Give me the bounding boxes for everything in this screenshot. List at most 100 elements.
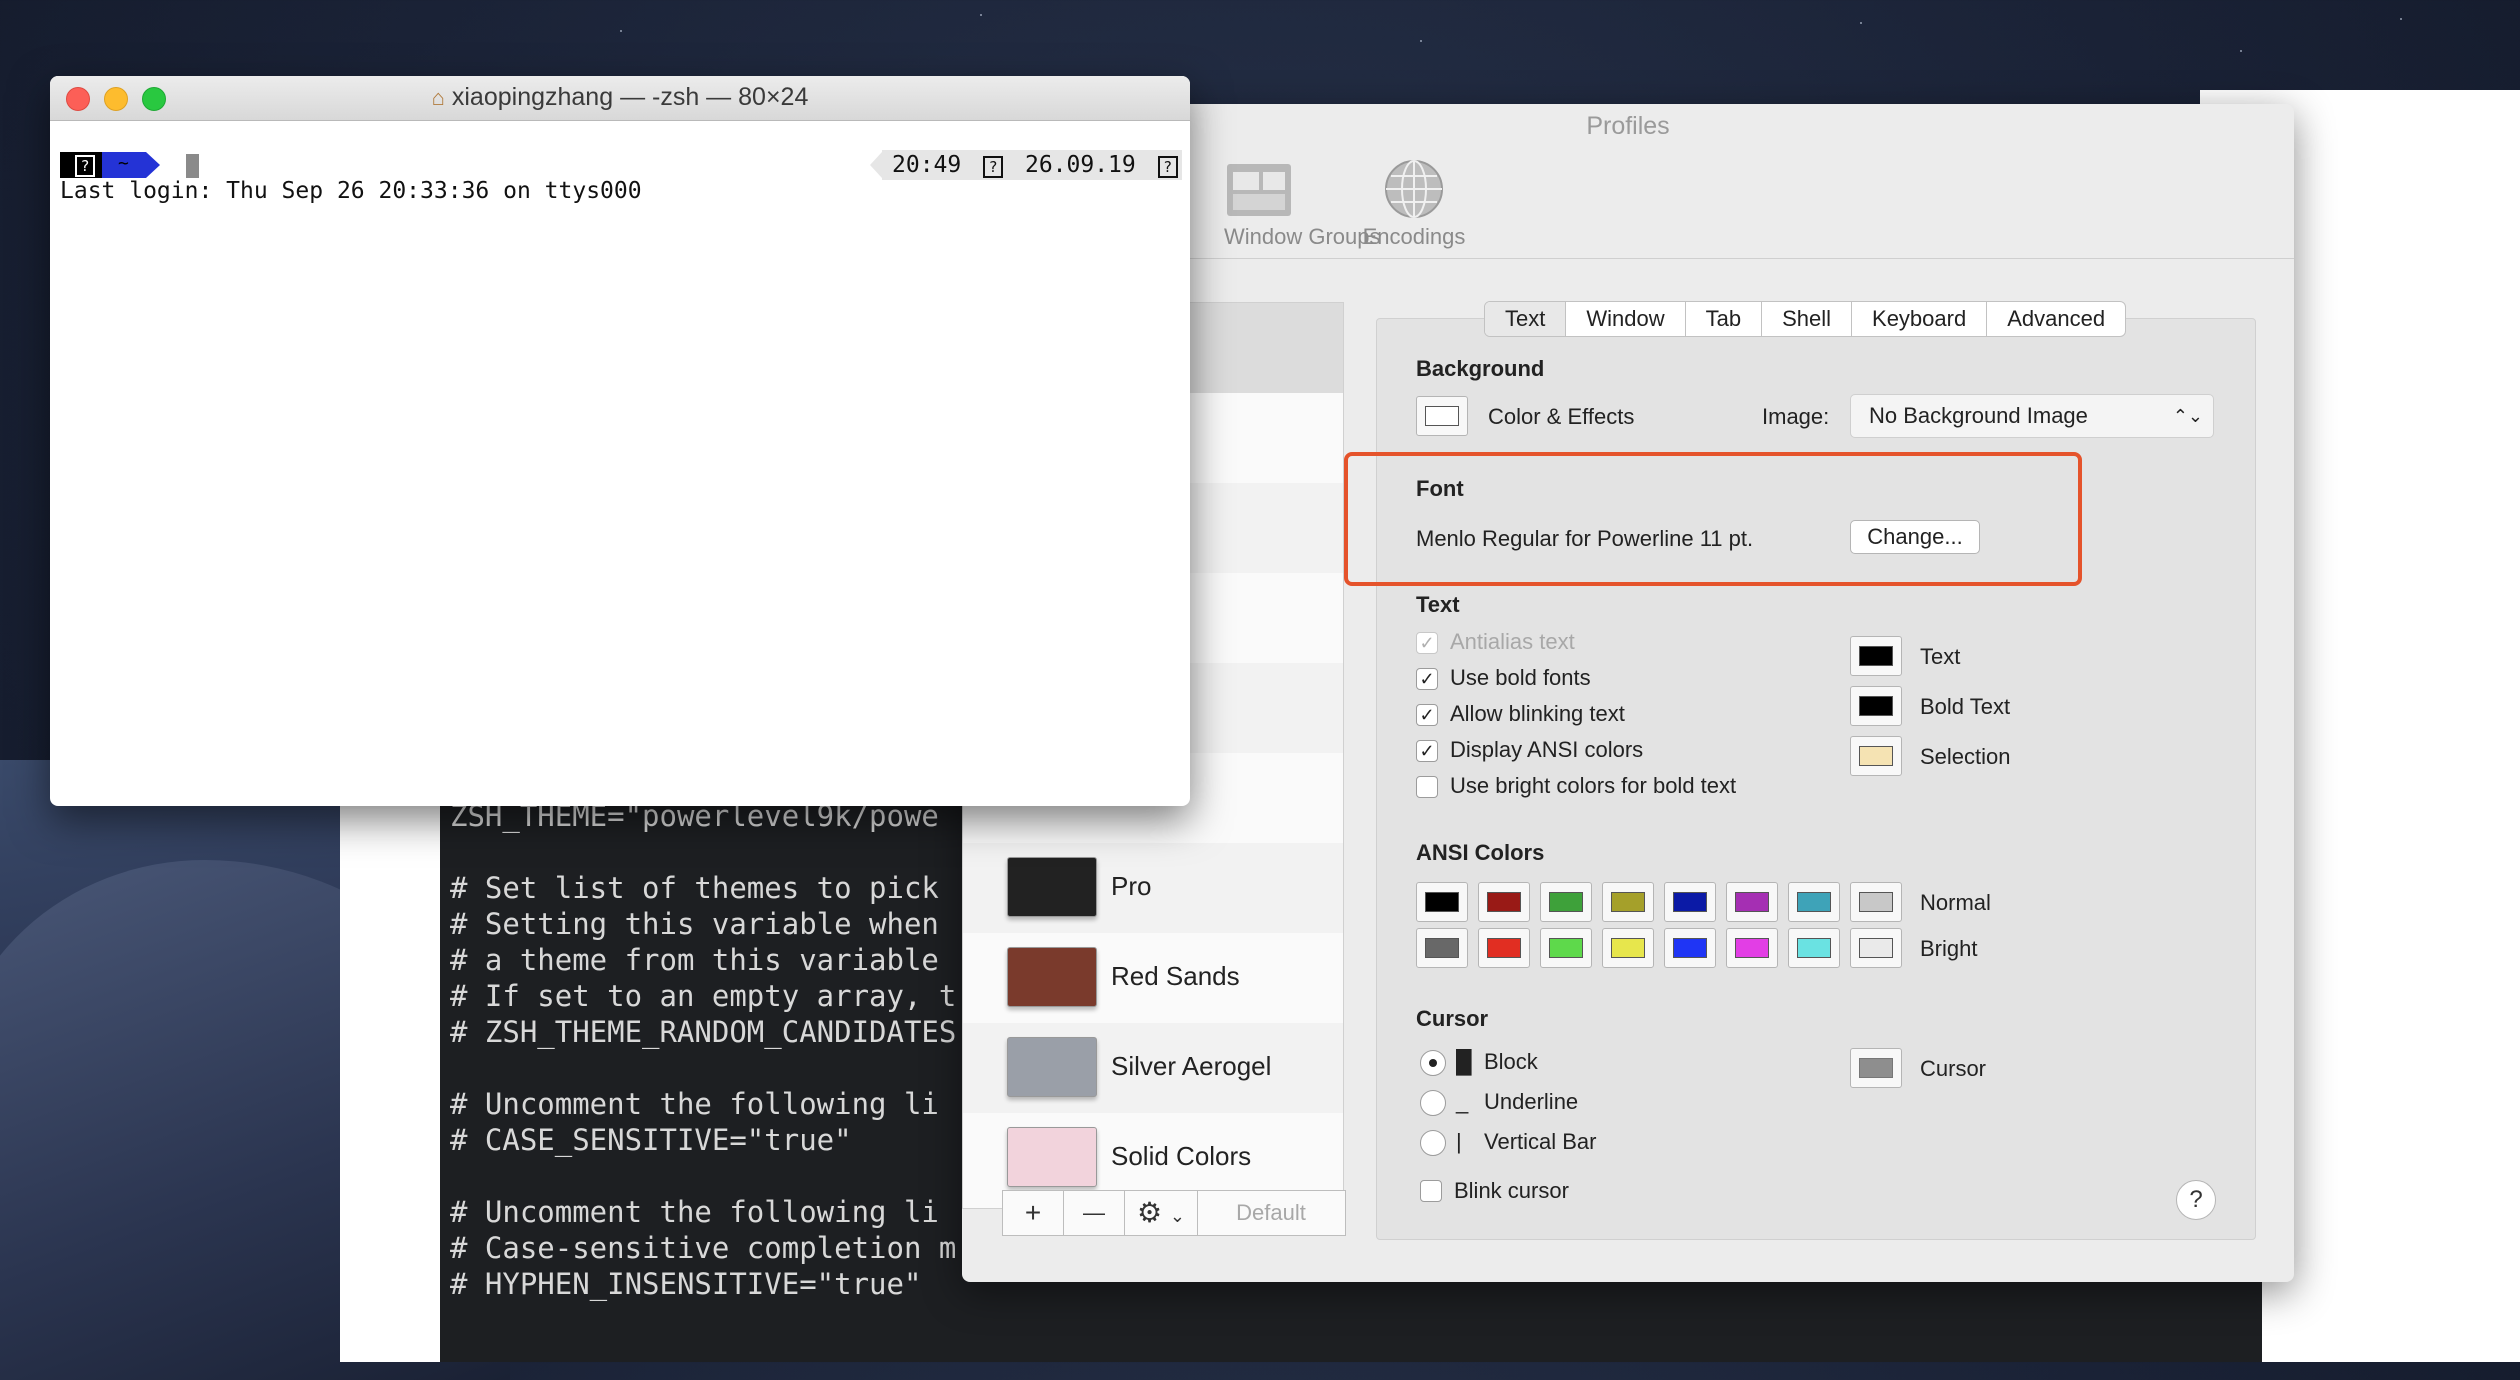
prompt-segment-dir: ~: [102, 152, 146, 178]
cursor-radio[interactable]: [1420, 1090, 1446, 1116]
toolbar-encodings[interactable]: Encodings: [1354, 156, 1474, 250]
background-image-select[interactable]: No Background Image ⌃⌄: [1850, 394, 2214, 438]
right-prompt-date: 26.09.19: [1024, 152, 1136, 178]
code-line: # Uncomment the following li: [450, 1087, 939, 1121]
text-option-checkbox[interactable]: [1416, 776, 1438, 798]
color-effects-label: Color & Effects: [1488, 404, 1635, 429]
background-color-swatch[interactable]: [1416, 396, 1468, 436]
text-option-checkbox[interactable]: ✓: [1416, 704, 1438, 726]
code-line: # Setting this variable when: [450, 907, 939, 941]
right-prompt-glyph: ?: [983, 156, 1004, 178]
ansi-bright-swatch[interactable]: [1478, 928, 1530, 968]
tab-advanced[interactable]: Advanced: [1987, 302, 2125, 336]
code-line: # Set list of themes to pick: [450, 871, 939, 905]
text-color-swatch[interactable]: [1850, 736, 1902, 776]
ansi-color-fill: [1673, 892, 1707, 912]
profile-item-silver-aerogel[interactable]: Silver Aerogel: [963, 1023, 1343, 1113]
ansi-color-fill: [1735, 938, 1769, 958]
code-line: # CASE_SENSITIVE="true": [450, 1123, 852, 1157]
image-label: Image:: [1762, 404, 1830, 429]
text-color-label: Text: [1920, 644, 1961, 669]
ansi-bright-swatch[interactable]: [1664, 928, 1716, 968]
ansi-color-fill: [1859, 892, 1893, 912]
blink-cursor-checkbox[interactable]: [1420, 1180, 1442, 1202]
cursor-color-label: Cursor: [1920, 1056, 1987, 1081]
text-color-fill: [1859, 696, 1893, 716]
ansi-bright-swatch[interactable]: [1602, 928, 1654, 968]
select-arrows-icon: ⌃⌄: [2172, 406, 2203, 426]
ansi-color-fill: [1859, 938, 1893, 958]
text-option-checkbox[interactable]: ✓: [1416, 668, 1438, 690]
ansi-color-fill: [1611, 892, 1645, 912]
tab-text[interactable]: Text: [1485, 302, 1567, 336]
ansi-color-fill: [1673, 938, 1707, 958]
cursor-option-label: Vertical Bar: [1484, 1129, 1597, 1154]
ansi-normal-swatch[interactable]: [1478, 882, 1530, 922]
ansi-bright-swatch[interactable]: [1850, 928, 1902, 968]
ansi-color-fill: [1611, 938, 1645, 958]
ansi-normal-swatch[interactable]: [1850, 882, 1902, 922]
terminal-title-text: xiaopingzhang — -zsh — 80×24: [451, 83, 809, 111]
ansi-bright-swatch[interactable]: [1726, 928, 1778, 968]
ansi-bright-swatch[interactable]: [1788, 928, 1840, 968]
profile-name: Pro: [1111, 871, 1152, 901]
profile-list-buttons: + — ⚙ ⌄ Default: [1002, 1190, 1346, 1236]
background-image-value: No Background Image: [1869, 403, 2088, 428]
profile-thumbnail: [1007, 857, 1097, 917]
ansi-bright-swatch[interactable]: [1540, 928, 1592, 968]
ansi-color-fill: [1487, 892, 1521, 912]
code-line: # a theme from this variable: [450, 943, 939, 977]
cursor-color-swatch[interactable]: [1850, 1048, 1902, 1088]
terminal-title: ⌂ xiaopingzhang — -zsh — 80×24: [50, 83, 1190, 112]
cursor-color-fill: [1859, 1058, 1893, 1078]
code-text: ZSH_THEME="powerlevel9k/powe # Set list …: [450, 798, 956, 1302]
toolbar-window-groups[interactable]: Window Groups: [1184, 156, 1381, 250]
toolbar-encodings-label: Encodings: [1362, 224, 1466, 249]
profile-item-pro[interactable]: Pro: [963, 843, 1343, 933]
tab-window[interactable]: Window: [1566, 302, 1686, 336]
text-color-swatch[interactable]: [1850, 686, 1902, 726]
add-profile-button[interactable]: +: [1003, 1191, 1064, 1235]
window-groups-icon: [1227, 164, 1291, 216]
ansi-bright-swatch[interactable]: [1416, 928, 1468, 968]
cursor-option-label: Underline: [1484, 1089, 1579, 1114]
ansi-bright-label: Bright: [1920, 936, 1978, 961]
ansi-normal-swatch[interactable]: [1788, 882, 1840, 922]
text-option-label: Use bright colors for bold text: [1450, 773, 1737, 798]
ansi-normal-swatch[interactable]: [1540, 882, 1592, 922]
font-highlight-box: [1344, 452, 2082, 586]
ansi-normal-swatch[interactable]: [1602, 882, 1654, 922]
text-option-checkbox[interactable]: ✓: [1416, 740, 1438, 762]
ansi-normal-swatch[interactable]: [1664, 882, 1716, 922]
ansi-normal-swatch[interactable]: [1726, 882, 1778, 922]
cursor-heading: Cursor: [1416, 1006, 1489, 1031]
default-profile-button[interactable]: Default: [1198, 1191, 1344, 1235]
text-heading: Text: [1416, 592, 1460, 617]
text-color-fill: [1859, 746, 1893, 766]
cursor-radio[interactable]: [1420, 1050, 1446, 1076]
text-color-swatch[interactable]: [1850, 636, 1902, 676]
profile-name: Silver Aerogel: [1111, 1051, 1272, 1081]
tab-tab[interactable]: Tab: [1686, 302, 1763, 336]
tab-shell[interactable]: Shell: [1762, 302, 1853, 336]
ansi-normal-swatch[interactable]: [1416, 882, 1468, 922]
ansi-heading: ANSI Colors: [1416, 840, 1545, 865]
help-button[interactable]: ?: [2176, 1180, 2216, 1220]
cursor-radio[interactable]: [1420, 1130, 1446, 1156]
background-heading: Background: [1416, 356, 1545, 381]
tab-keyboard[interactable]: Keyboard: [1852, 302, 1988, 336]
prompt-home: ~: [118, 153, 129, 174]
remove-profile-button[interactable]: —: [1064, 1191, 1125, 1235]
profile-thumbnail: [1007, 1037, 1097, 1097]
profile-thumbnail: [1007, 1127, 1097, 1187]
profile-actions-button[interactable]: ⚙ ⌄: [1125, 1191, 1198, 1235]
cursor-glyph: |: [1456, 1129, 1462, 1154]
terminal-titlebar[interactable]: ⌂ xiaopingzhang — -zsh — 80×24: [50, 76, 1190, 121]
right-prompt-time: 20:49: [892, 152, 962, 178]
profile-item-red-sands[interactable]: Red Sands: [963, 933, 1343, 1023]
profile-item-solid-colors[interactable]: Solid Colors: [963, 1113, 1343, 1187]
chevron-down-icon: ⌄: [1169, 1206, 1185, 1226]
terminal-window[interactable]: ⌂ xiaopingzhang — -zsh — 80×24 Last logi…: [50, 76, 1190, 806]
